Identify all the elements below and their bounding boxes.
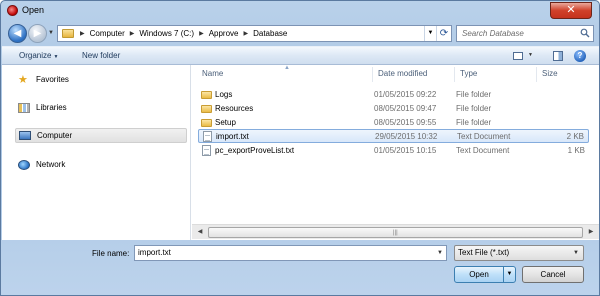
chevron-down-icon[interactable]: ▼: [437, 246, 443, 260]
file-row[interactable]: Setup 08/05/2015 09:55 File folder: [198, 116, 589, 130]
organize-button[interactable]: Organize ▼: [19, 51, 58, 60]
preview-pane-icon[interactable]: [553, 51, 563, 61]
column-header-date[interactable]: Date modified: [378, 69, 427, 78]
open-button-label: Open: [469, 270, 489, 279]
grip-icon: |||: [393, 230, 398, 236]
sidebar-item-favorites[interactable]: ★ Favorites: [18, 73, 69, 86]
window-title: Open: [22, 5, 45, 15]
text-file-icon: [202, 145, 211, 156]
command-bar: Organize ▼ New folder ▼ ?: [2, 46, 599, 65]
file-name-input[interactable]: import.txt ▼: [134, 245, 447, 261]
file-type-select[interactable]: Text File (*.txt) ▼: [454, 245, 584, 261]
breadcrumb-approve[interactable]: Approve: [207, 29, 241, 38]
file-type: File folder: [456, 104, 492, 113]
search-icon[interactable]: [580, 28, 590, 38]
file-name: Setup: [215, 118, 236, 127]
sort-ascending-icon: ▲: [284, 65, 290, 71]
file-row[interactable]: Resources 08/05/2015 09:47 File folder: [198, 102, 589, 116]
sidebar-item-network[interactable]: Network: [18, 158, 65, 171]
open-options-dropdown[interactable]: ▼: [503, 267, 515, 282]
sidebar-item-label: Computer: [37, 131, 73, 140]
scrollbar-thumb[interactable]: |||: [208, 227, 583, 238]
navigation-pane: ★ Favorites Libraries Computer Network: [2, 65, 191, 240]
chevron-right-icon[interactable]: ▶: [77, 30, 88, 37]
open-dialog: Open ✕ ◀ ▶ ▼ ▶ Computer ▶ Windows 7 (C:)…: [0, 0, 600, 296]
file-name-value: import.txt: [138, 248, 171, 257]
column-header-type[interactable]: Type: [460, 69, 477, 78]
file-row[interactable]: pc_exportProveList.txt 01/05/2015 10:15 …: [198, 144, 589, 158]
column-divider[interactable]: [536, 67, 537, 82]
star-icon: ★: [18, 74, 28, 86]
folder-icon: [201, 105, 212, 113]
title-bar[interactable]: Open ✕: [1, 1, 599, 21]
new-folder-button[interactable]: New folder: [82, 51, 120, 60]
refresh-icon[interactable]: ⟳: [436, 26, 451, 41]
change-view-icon[interactable]: [513, 52, 523, 60]
file-type: File folder: [456, 118, 492, 127]
file-row[interactable]: Logs 01/05/2015 09:22 File folder: [198, 88, 589, 102]
organize-label: Organize: [19, 51, 52, 60]
sidebar-item-label: Libraries: [36, 103, 67, 112]
sidebar-item-label: Favorites: [36, 75, 69, 84]
open-button[interactable]: Open ▼: [454, 266, 516, 283]
content-area: ★ Favorites Libraries Computer Network ▲…: [2, 65, 599, 240]
file-name-label: File name:: [92, 249, 130, 258]
horizontal-scrollbar[interactable]: ◀ ||| ▶: [192, 224, 599, 239]
file-row-selected[interactable]: import.txt 29/05/2015 10:32 Text Documen…: [198, 129, 589, 143]
search-input[interactable]: Search Database: [456, 25, 594, 42]
chevron-right-icon[interactable]: ▶: [240, 30, 251, 37]
file-type-value: Text File (*.txt): [458, 248, 510, 257]
file-name: import.txt: [216, 132, 249, 141]
sidebar-item-libraries[interactable]: Libraries: [18, 101, 67, 114]
forward-button[interactable]: ▶: [28, 24, 47, 43]
chevron-down-icon: ▼: [53, 54, 59, 60]
file-name: Resources: [215, 104, 254, 113]
scroll-right-icon[interactable]: ▶: [584, 226, 598, 239]
back-button[interactable]: ◀: [8, 24, 27, 43]
view-options-dropdown[interactable]: ▼: [528, 52, 533, 58]
folder-icon: [201, 91, 212, 99]
file-list: ▲ Name Date modified Type Size Logs 01/0…: [192, 65, 599, 240]
file-date: 01/05/2015 10:15: [374, 146, 437, 155]
sidebar-item-label: Network: [36, 160, 66, 169]
file-date: 08/05/2015 09:47: [374, 104, 437, 113]
folder-icon: [201, 119, 212, 127]
address-bar[interactable]: ▶ Computer ▶ Windows 7 (C:) ▶ Approve ▶ …: [57, 25, 452, 42]
column-header-name[interactable]: Name: [202, 69, 223, 78]
breadcrumb-database[interactable]: Database: [251, 29, 289, 38]
chevron-right-icon[interactable]: ▶: [196, 30, 207, 37]
scroll-left-icon[interactable]: ◀: [193, 226, 207, 239]
breadcrumb-computer[interactable]: Computer: [88, 29, 127, 38]
help-icon[interactable]: ?: [574, 50, 586, 62]
file-size: 2 KB: [566, 132, 584, 141]
file-name: Logs: [215, 90, 233, 99]
column-divider[interactable]: [372, 67, 373, 82]
column-header-size[interactable]: Size: [542, 69, 558, 78]
column-divider[interactable]: [454, 67, 455, 82]
breadcrumb-drive[interactable]: Windows 7 (C:): [137, 29, 196, 38]
search-placeholder: Search Database: [462, 29, 524, 38]
file-date: 29/05/2015 10:32: [375, 132, 438, 141]
chevron-right-icon[interactable]: ▶: [127, 30, 138, 37]
sidebar-item-computer[interactable]: Computer: [15, 128, 187, 143]
file-date: 01/05/2015 09:22: [374, 90, 437, 99]
file-name: pc_exportProveList.txt: [215, 146, 295, 155]
file-type: Text Document: [456, 146, 510, 155]
file-date: 08/05/2015 09:55: [374, 118, 437, 127]
file-size: 1 KB: [567, 146, 585, 155]
file-type: Text Document: [457, 132, 511, 141]
cancel-button[interactable]: Cancel: [522, 266, 584, 283]
text-file-icon: [203, 131, 212, 142]
network-icon: [18, 159, 30, 170]
chevron-down-icon: ▼: [573, 250, 579, 256]
folder-icon: [62, 29, 74, 38]
libraries-icon: [18, 102, 30, 113]
close-button[interactable]: ✕: [550, 2, 592, 19]
file-type: File folder: [456, 90, 492, 99]
recent-locations-dropdown[interactable]: ▼: [48, 30, 54, 36]
app-icon: [7, 5, 18, 16]
computer-icon: [19, 131, 31, 140]
address-dropdown-button[interactable]: ▼: [424, 26, 436, 41]
